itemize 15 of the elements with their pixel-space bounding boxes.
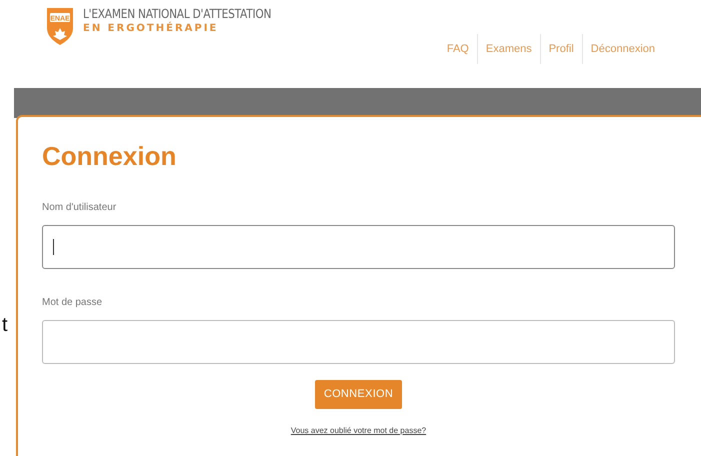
forgot-password-link[interactable]: Vous avez oublié votre mot de passe? — [290, 426, 426, 435]
field-label: Nom d'utilisateur — [42, 201, 116, 216]
nav-link[interactable]: Examens — [476, 34, 540, 64]
input-field[interactable] — [42, 320, 675, 364]
field-label: Mot de passe — [42, 296, 102, 310]
site-subtitle: EN ERGOTHÉRAPIE — [83, 22, 220, 36]
nav-link[interactable]: Déconnexion — [582, 34, 663, 64]
login-button[interactable]: CONNEXION — [314, 380, 402, 409]
shield-logo-icon — [47, 8, 73, 45]
nav-link[interactable]: Profil — [540, 34, 582, 64]
login-heading: Connexion — [42, 141, 178, 172]
nav-link[interactable]: FAQ — [438, 34, 477, 64]
input-field[interactable] — [42, 225, 675, 270]
site-title: L'EXAMEN NATIONAL D'ATTESTATION — [83, 6, 272, 22]
text-fragment: t — [2, 314, 8, 336]
